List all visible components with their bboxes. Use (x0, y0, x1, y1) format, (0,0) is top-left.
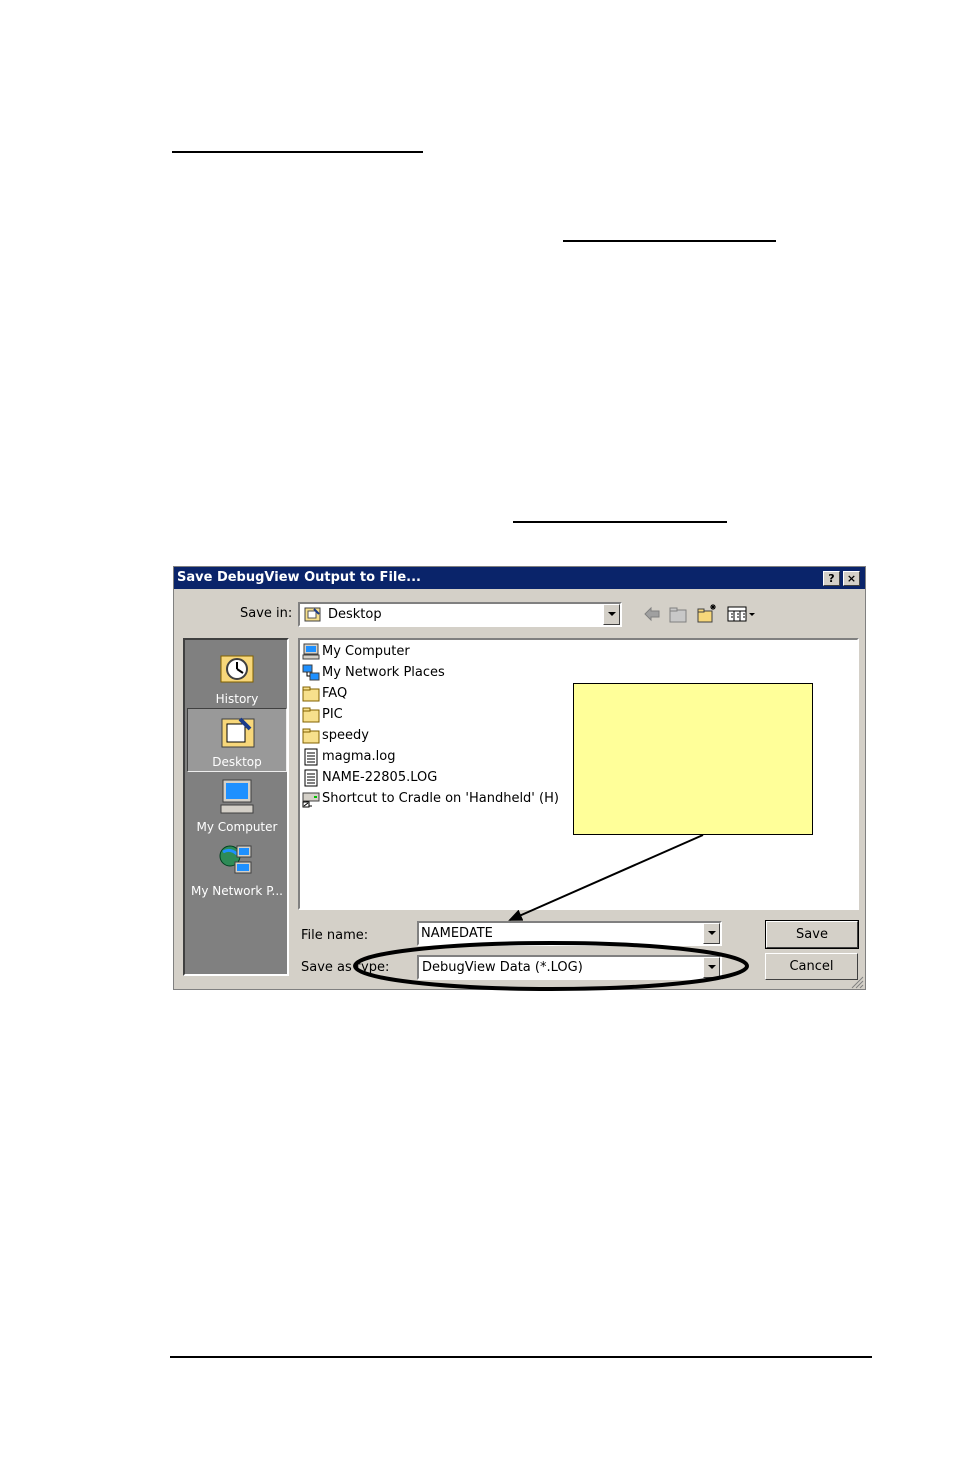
annotation-overlay (353, 834, 749, 991)
highlight-ellipse (353, 941, 749, 991)
callout-arrow (508, 834, 704, 921)
